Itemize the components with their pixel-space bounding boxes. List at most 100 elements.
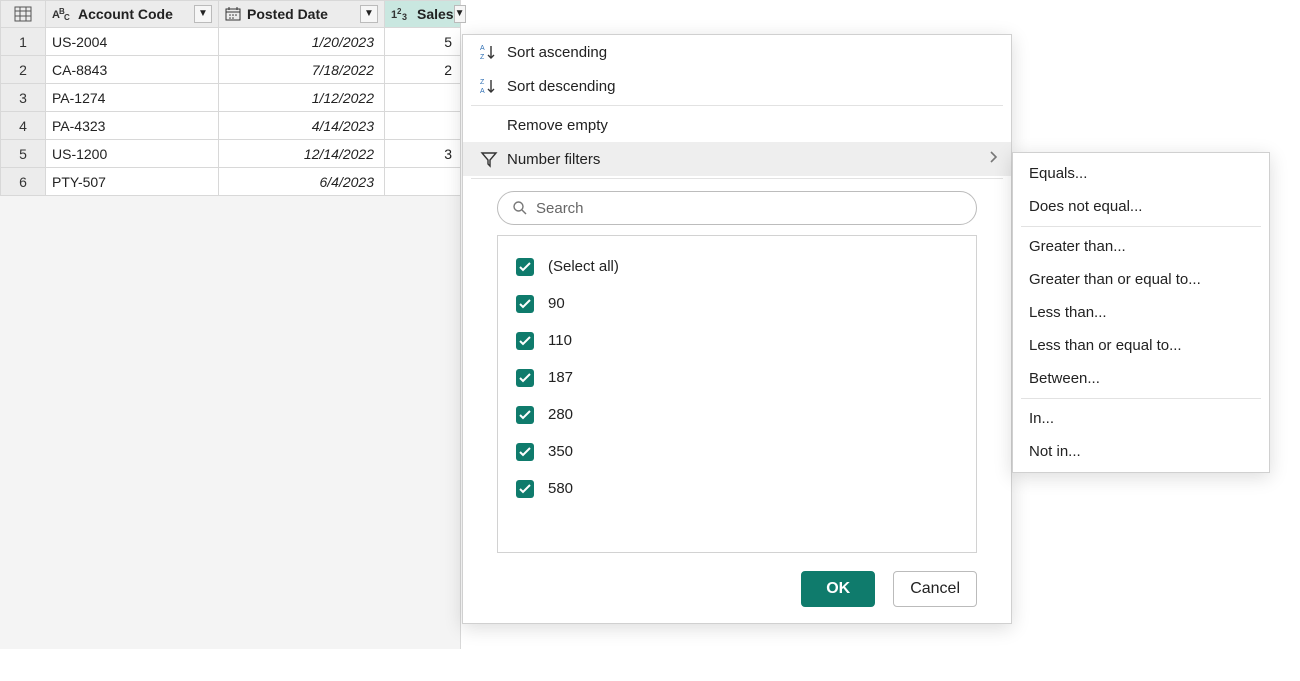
menu-separator [471,105,1003,106]
filter-value-label: 110 [548,332,572,349]
menu-separator [1021,226,1261,227]
cell-account-code[interactable]: PA-1274 [46,84,219,112]
filter-search-input[interactable]: Search [497,191,977,225]
table-icon [15,7,31,21]
filter-in[interactable]: In... [1013,402,1269,435]
filter-greater-than[interactable]: Greater than... [1013,230,1269,263]
row-number[interactable]: 2 [0,56,46,84]
svg-text:Z: Z [480,79,485,86]
grid-empty-area [0,196,461,649]
filter-does-not-equal[interactable]: Does not equal... [1013,190,1269,223]
menu-label: Remove empty [507,117,608,134]
cell-sales[interactable] [385,112,461,140]
remove-empty-item[interactable]: Remove empty [463,108,1011,142]
column-header-sales[interactable]: 123 Sales ▼ [385,0,461,28]
row-number[interactable]: 4 [0,112,46,140]
number-filters-submenu: Equals... Does not equal... Greater than… [1012,152,1270,473]
checkbox-checked-icon[interactable] [516,369,534,387]
menu-label: Number filters [507,151,600,168]
checkbox-checked-icon[interactable] [516,332,534,350]
cell-posted-date[interactable]: 6/4/2023 [219,168,385,196]
column-filter-toggle[interactable]: ▼ [360,5,378,23]
row-number[interactable]: 6 [0,168,46,196]
filter-equals[interactable]: Equals... [1013,157,1269,190]
svg-text:3: 3 [402,12,407,22]
checkbox-checked-icon[interactable] [516,295,534,313]
filter-value-item[interactable]: 280 [498,396,976,433]
filter-value-item[interactable]: 90 [498,285,976,322]
filter-greater-than-or-equal[interactable]: Greater than or equal to... [1013,263,1269,296]
cell-posted-date[interactable]: 7/18/2022 [219,56,385,84]
menu-separator [1021,398,1261,399]
column-filter-dropdown: AZ Sort ascending ZA Sort descending Rem… [462,34,1012,624]
cell-account-code[interactable]: PA-4323 [46,112,219,140]
cell-posted-date[interactable]: 12/14/2022 [219,140,385,168]
filter-value-item[interactable]: 110 [498,322,976,359]
ok-button[interactable]: OK [801,571,875,607]
column-label: Sales [417,0,454,28]
filter-between[interactable]: Between... [1013,362,1269,395]
filter-value-item[interactable]: 187 [498,359,976,396]
row-number[interactable]: 1 [0,28,46,56]
cell-sales[interactable]: 5 [385,28,461,56]
checkbox-checked-icon[interactable] [516,480,534,498]
column-filter-toggle[interactable]: ▼ [454,5,466,23]
column-label: Account Code [78,0,173,28]
filter-not-in[interactable]: Not in... [1013,435,1269,468]
select-all-corner[interactable] [0,0,46,28]
text-type-icon: ABC [52,7,72,21]
svg-text:A: A [480,45,485,52]
filter-value-label: 187 [548,369,573,386]
cell-account-code[interactable]: PTY-507 [46,168,219,196]
svg-text:C: C [64,13,70,22]
cell-posted-date[interactable]: 1/12/2022 [219,84,385,112]
cell-account-code[interactable]: US-1200 [46,140,219,168]
row-number[interactable]: 5 [0,140,46,168]
sort-asc-icon: AZ [475,43,503,61]
filter-value-label: 280 [548,406,573,423]
cancel-button[interactable]: Cancel [893,571,977,607]
cell-sales[interactable] [385,84,461,112]
column-label: Posted Date [247,0,328,28]
dialog-buttons: OK Cancel [463,571,977,607]
filter-values-list: (Select all) 90 110 187 280 350 580 [497,235,977,553]
filter-value-label: 90 [548,295,565,312]
menu-label: Sort descending [507,78,615,95]
sort-ascending-item[interactable]: AZ Sort ascending [463,35,1011,69]
date-type-icon [225,7,241,21]
filter-value-item[interactable]: 350 [498,433,976,470]
filter-value-item[interactable]: 580 [498,470,976,507]
menu-label: Sort ascending [507,44,607,61]
cell-sales[interactable]: 3 [385,140,461,168]
filter-less-than-or-equal[interactable]: Less than or equal to... [1013,329,1269,362]
row-number[interactable]: 3 [0,84,46,112]
checkbox-checked-icon[interactable] [516,443,534,461]
column-header-account-code[interactable]: ABC Account Code ▼ [46,0,219,28]
cell-sales[interactable]: 2 [385,56,461,84]
search-placeholder: Search [536,200,584,217]
chevron-right-icon [989,150,999,168]
filter-value-select-all[interactable]: (Select all) [498,248,976,285]
menu-separator [471,178,1003,179]
cell-account-code[interactable]: CA-8843 [46,56,219,84]
cell-posted-date[interactable]: 4/14/2023 [219,112,385,140]
number-type-icon: 123 [391,7,411,21]
svg-text:A: A [480,88,485,95]
svg-text:Z: Z [480,54,485,61]
filter-less-than[interactable]: Less than... [1013,296,1269,329]
filter-value-label: 580 [548,480,573,497]
filter-icon [475,150,503,168]
search-icon [512,200,528,216]
cell-sales[interactable] [385,168,461,196]
cell-account-code[interactable]: US-2004 [46,28,219,56]
sort-desc-icon: ZA [475,77,503,95]
column-filter-toggle[interactable]: ▼ [194,5,212,23]
filter-value-label: 350 [548,443,573,460]
sort-descending-item[interactable]: ZA Sort descending [463,69,1011,103]
cell-posted-date[interactable]: 1/20/2023 [219,28,385,56]
checkbox-checked-icon[interactable] [516,258,534,276]
column-header-posted-date[interactable]: Posted Date ▼ [219,0,385,28]
checkbox-checked-icon[interactable] [516,406,534,424]
number-filters-item[interactable]: Number filters [463,142,1011,176]
filter-value-label: (Select all) [548,258,619,275]
